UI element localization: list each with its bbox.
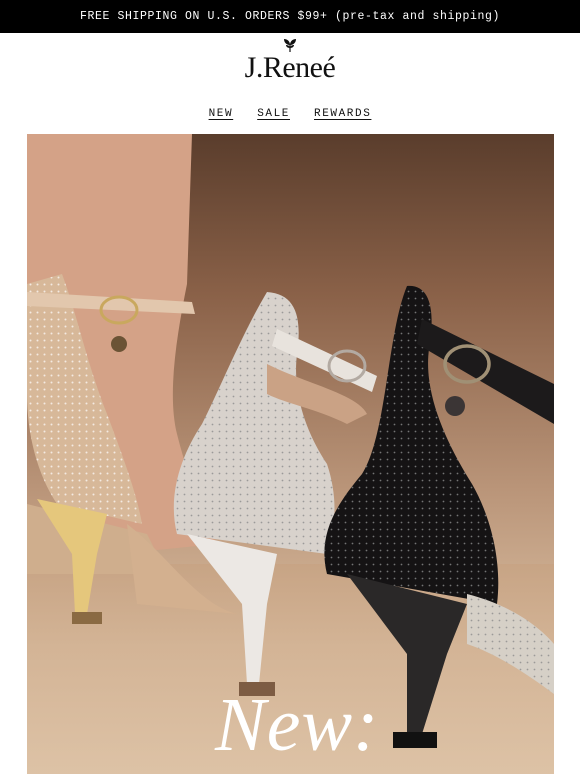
nav-new[interactable]: NEW	[209, 108, 234, 120]
hero-shoes-image	[27, 134, 554, 774]
main-nav: NEW SALE REWARDS	[0, 108, 580, 120]
hero-banner[interactable]: New:	[27, 134, 554, 774]
brand-logo[interactable]: J.Reneé	[0, 37, 580, 85]
logo-wordmark: J.Reneé	[244, 51, 336, 84]
promo-text: FREE SHIPPING ON U.S. ORDERS $99+ (pre-t…	[79, 10, 501, 23]
nav-sale[interactable]: SALE	[257, 108, 290, 120]
promo-banner: FREE SHIPPING ON U.S. ORDERS $99+ (pre-t…	[0, 0, 580, 33]
nav-rewards[interactable]: REWARDS	[314, 108, 371, 120]
hero-headline: New:	[215, 683, 380, 767]
